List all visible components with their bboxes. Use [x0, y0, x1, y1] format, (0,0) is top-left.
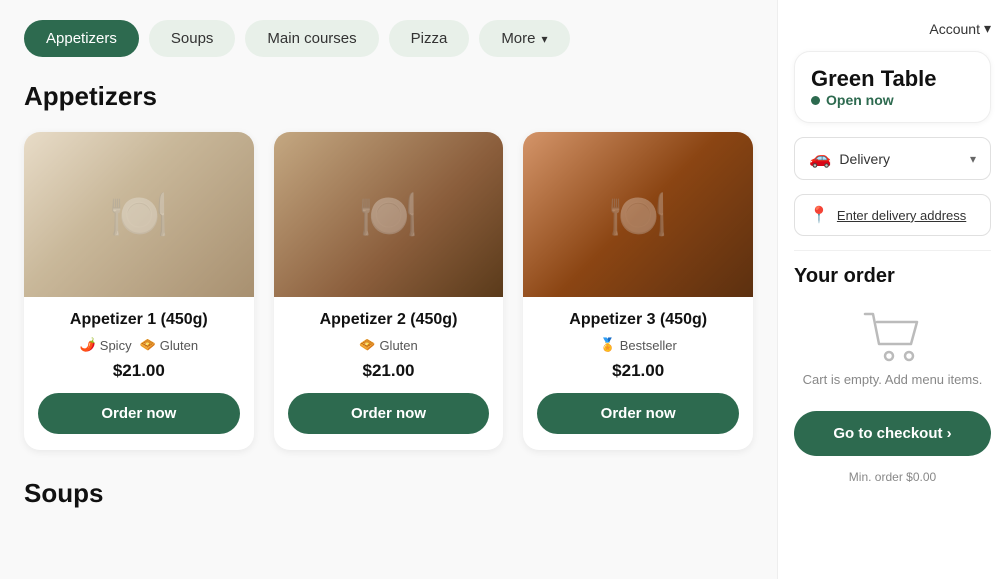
appetizers-section-title: Appetizers	[24, 81, 753, 112]
address-row[interactable]: 📍 Enter delivery address	[794, 194, 991, 236]
appetizer-1-price: $21.00	[38, 361, 240, 381]
min-order-text: Min. order $0.00	[794, 470, 991, 484]
cart-empty-message: Cart is empty. Add menu items.	[803, 372, 983, 387]
bestseller-tag: 🏅 Bestseller	[600, 337, 677, 353]
open-status-dot	[811, 96, 820, 105]
appetizer-2-name: Appetizer 2 (450g)	[288, 311, 490, 329]
cart-empty-area: Cart is empty. Add menu items.	[794, 302, 991, 397]
delivery-chevron-icon: ▾	[970, 152, 976, 166]
appetizer-1-tags: 🌶️ Spicy 🧇 Gluten	[38, 337, 240, 353]
appetizer-3-tags: 🏅 Bestseller	[537, 337, 739, 353]
tab-soups[interactable]: Soups	[149, 20, 236, 57]
delivery-selector[interactable]: 🚗 Delivery ▾	[794, 137, 991, 180]
cart-icon	[863, 312, 923, 362]
account-row: Account ▾	[794, 20, 991, 37]
appetizer-2-price: $21.00	[288, 361, 490, 381]
appetizer-3-name: Appetizer 3 (450g)	[537, 311, 739, 329]
checkout-button[interactable]: Go to checkout ›	[794, 411, 991, 456]
appetizer-3-image	[523, 132, 753, 297]
bestseller-icon: 🏅	[600, 337, 616, 353]
appetizer-1-image	[24, 132, 254, 297]
appetizer-card-3: Appetizer 3 (450g) 🏅 Bestseller $21.00 O…	[523, 132, 753, 450]
address-input[interactable]: Enter delivery address	[837, 208, 966, 223]
appetizer-2-image	[274, 132, 504, 297]
soups-section-title: Soups	[24, 478, 753, 509]
gluten-icon-2: 🧇	[359, 337, 375, 353]
restaurant-name: Green Table	[811, 66, 974, 92]
divider	[794, 250, 991, 251]
appetizer-1-name: Appetizer 1 (450g)	[38, 311, 240, 329]
nav-tabs: Appetizers Soups Main courses Pizza More…	[24, 20, 753, 57]
main-content: Appetizers Soups Main courses Pizza More…	[0, 0, 777, 579]
tab-main-courses[interactable]: Main courses	[245, 20, 378, 57]
account-button[interactable]: Account ▾	[929, 20, 991, 37]
delivery-icon: 🚗	[809, 148, 831, 169]
appetizer-card-1: Appetizer 1 (450g) 🌶️ Spicy 🧇 Gluten $21…	[24, 132, 254, 450]
restaurant-info-card: Green Table Open now	[794, 51, 991, 123]
appetizer-2-tags: 🧇 Gluten	[288, 337, 490, 353]
order-appetizer-1-button[interactable]: Order now	[38, 393, 240, 434]
spicy-icon: 🌶️	[80, 337, 96, 353]
account-chevron-icon: ▾	[984, 20, 991, 37]
spicy-tag: 🌶️ Spicy	[80, 337, 132, 353]
chevron-down-icon: ▾	[542, 32, 548, 46]
tab-appetizers[interactable]: Appetizers	[24, 20, 139, 57]
gluten-icon: 🧇	[140, 337, 156, 353]
open-status: Open now	[811, 92, 974, 108]
order-appetizer-2-button[interactable]: Order now	[288, 393, 490, 434]
tab-pizza[interactable]: Pizza	[389, 20, 470, 57]
gluten-tag-2: 🧇 Gluten	[359, 337, 418, 353]
your-order-title: Your order	[794, 265, 991, 288]
appetizer-card-2: Appetizer 2 (450g) 🧇 Gluten $21.00 Order…	[274, 132, 504, 450]
gluten-tag: 🧇 Gluten	[140, 337, 199, 353]
tab-more[interactable]: More ▾	[479, 20, 569, 57]
sidebar: Account ▾ Green Table Open now 🚗 Deliver…	[777, 0, 1007, 579]
appetizers-grid: Appetizer 1 (450g) 🌶️ Spicy 🧇 Gluten $21…	[24, 132, 753, 450]
order-appetizer-3-button[interactable]: Order now	[537, 393, 739, 434]
appetizer-3-price: $21.00	[537, 361, 739, 381]
location-pin-icon: 📍	[809, 205, 829, 225]
